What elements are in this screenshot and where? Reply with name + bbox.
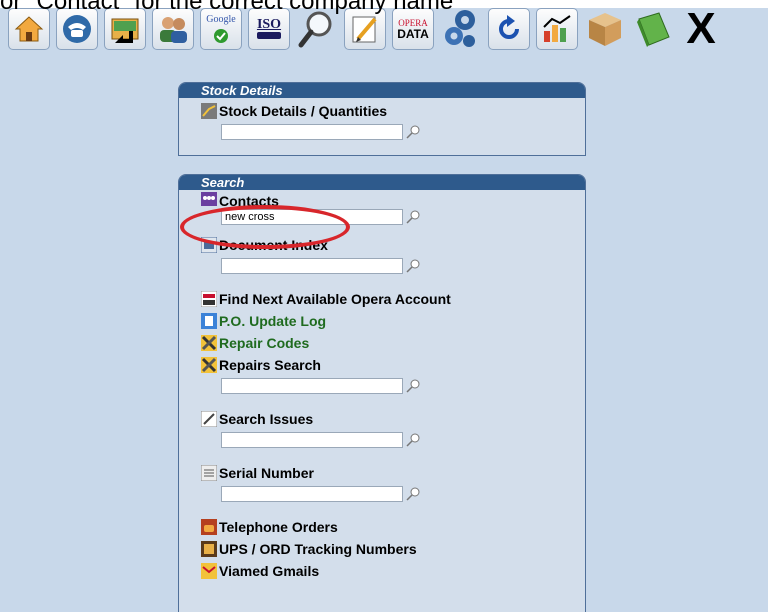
stock-icon: [201, 103, 217, 119]
opera-data-icon: OPERA DATA: [397, 18, 429, 40]
po-log-icon: [201, 313, 217, 329]
stock-details-input[interactable]: [221, 124, 403, 140]
close-button[interactable]: X: [680, 8, 722, 50]
repair-codes-icon: [201, 335, 217, 351]
instruction-caption: or "Contact" for the correct company nam…: [0, 0, 454, 15]
search-header: Search: [179, 175, 585, 190]
opera-account-label: Find Next Available Opera Account: [219, 291, 451, 307]
search-issues-input[interactable]: [221, 432, 403, 448]
telephone-orders-label: Telephone Orders: [219, 519, 338, 535]
package-icon: [589, 13, 621, 46]
document-index-search-icon[interactable]: [405, 258, 421, 274]
search-panel: Search Contacts Document Index: [178, 174, 586, 612]
search-issues-link[interactable]: Search Issues: [200, 408, 585, 430]
opera-account-link[interactable]: Find Next Available Opera Account: [200, 288, 585, 310]
chart-button[interactable]: [536, 8, 578, 50]
repairs-search-label: Repairs Search: [219, 357, 321, 373]
viamed-gmails-link[interactable]: Viamed Gmails: [201, 560, 585, 582]
refresh-icon: [499, 15, 519, 39]
document-index-link[interactable]: Document Index: [200, 234, 585, 256]
document-index-icon: [200, 236, 218, 254]
close-icon: X: [686, 8, 716, 50]
package-button[interactable]: [584, 8, 626, 50]
contacts-icon: [201, 192, 217, 206]
serial-number-icon: [200, 464, 218, 482]
opera-data-small-icon: [200, 290, 218, 308]
refresh-button[interactable]: [488, 8, 530, 50]
search-issues-search-icon[interactable]: [405, 432, 421, 448]
contacts-label: Contacts: [219, 193, 279, 206]
shortcut-icon: [111, 18, 139, 43]
po-update-log-label: P.O. Update Log: [219, 313, 327, 329]
repair-codes-label: Repair Codes: [219, 335, 310, 351]
serial-number-search-icon[interactable]: [405, 486, 421, 502]
home-icon: [14, 16, 44, 42]
contacts-input[interactable]: [221, 209, 403, 225]
telephone-orders-link[interactable]: Telephone Orders: [201, 516, 585, 538]
iso-icon: ISO: [256, 17, 282, 39]
contacts-search-icon[interactable]: [405, 209, 421, 225]
ups-tracking-label: UPS / ORD Tracking Numbers: [219, 541, 417, 557]
serial-number-label: Serial Number: [219, 465, 314, 481]
stock-details-panel: Stock Details Stock Details / Quantities: [178, 82, 586, 156]
toolbar: Google ISO OPERA DATA X: [8, 8, 722, 66]
google-icon: Google: [206, 14, 236, 44]
search-issues-label: Search Issues: [219, 411, 314, 427]
book-icon: [637, 12, 670, 47]
serial-number-input[interactable]: [221, 486, 403, 502]
check-icon: [213, 29, 228, 43]
telephone-icon: [63, 15, 91, 43]
edit-icon: [352, 16, 377, 43]
ups-tracking-link[interactable]: UPS / ORD Tracking Numbers: [201, 538, 585, 560]
repairs-search-button-icon[interactable]: [405, 378, 421, 394]
stock-search-icon[interactable]: [405, 124, 421, 140]
ups-icon: [201, 541, 217, 557]
viamed-gmails-label: Viamed Gmails: [219, 563, 320, 579]
stock-details-link[interactable]: Stock Details / Quantities: [201, 100, 585, 122]
gmails-icon: [201, 563, 217, 579]
search-issues-icon: [200, 410, 218, 428]
repairs-search-input[interactable]: [221, 378, 403, 394]
chart-icon: [543, 15, 571, 42]
contacts-link[interactable]: Contacts: [201, 192, 585, 206]
data-label: DATA: [397, 27, 429, 41]
repairs-search-link[interactable]: Repairs Search: [201, 354, 585, 376]
repair-codes-link[interactable]: Repair Codes: [201, 332, 585, 354]
app-window: Google ISO OPERA DATA X Stock Details St…: [0, 8, 768, 612]
repairs-search-icon: [201, 357, 217, 373]
serial-number-link[interactable]: Serial Number: [200, 462, 585, 484]
document-index-label: Document Index: [219, 237, 328, 253]
book-button[interactable]: [632, 8, 674, 50]
users-icon: [160, 17, 187, 43]
stock-details-header: Stock Details: [179, 83, 585, 98]
iso-label: ISO: [256, 17, 282, 32]
po-update-log-link[interactable]: P.O. Update Log: [201, 310, 585, 332]
document-index-input[interactable]: [221, 258, 403, 274]
stock-details-label: Stock Details / Quantities: [219, 103, 388, 119]
telephone-orders-icon: [201, 519, 217, 535]
